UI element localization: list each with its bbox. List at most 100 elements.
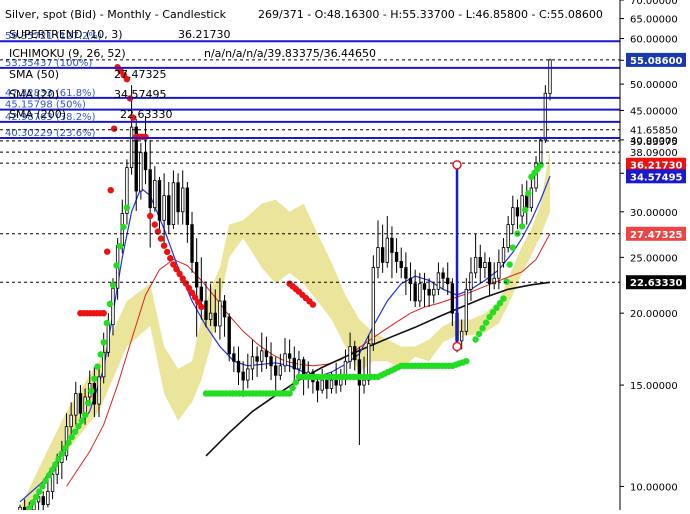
supertrend-up-dot: [509, 244, 516, 251]
supertrend-up-dot: [482, 319, 490, 326]
supertrend-up-dot: [286, 390, 293, 397]
candle-body-bear: [353, 346, 357, 361]
candle-body-bear: [78, 393, 83, 414]
supertrend-up-dot: [78, 417, 86, 424]
price-axis-tick-label: 65.00000: [630, 15, 678, 26]
candle-body-bear: [427, 288, 431, 296]
candle-body-bear: [450, 283, 455, 314]
candle-body-bear: [264, 350, 269, 358]
candle-body-bear: [422, 283, 427, 290]
candle-body-bull: [111, 287, 115, 326]
candle-body-bear: [525, 195, 529, 209]
supertrend-up-dot: [500, 295, 507, 302]
value-tag-sma200-label: 22.63330: [630, 278, 683, 289]
indicator-label-sma20: SMA (20): [9, 88, 59, 101]
candle-body-bull: [501, 247, 506, 263]
supertrend-up-dot: [289, 384, 296, 392]
candle-body-bear: [487, 262, 492, 285]
supertrend-up-dot: [49, 466, 56, 474]
supertrend-up-dot: [52, 461, 59, 468]
candle-body-bull: [153, 180, 157, 209]
candle-body-bear: [194, 262, 199, 288]
price-axis-tick-label: 50.00000: [630, 80, 678, 91]
candle-body-bear: [334, 379, 338, 386]
candle-body-bear: [199, 286, 203, 302]
supertrend-up-dot: [32, 493, 40, 501]
candle-body-bull: [497, 262, 501, 279]
candle-body-bull: [162, 195, 166, 221]
candle-body-bull: [464, 288, 468, 332]
candle-body-bear: [176, 182, 180, 213]
candle-body-bull: [362, 379, 366, 386]
supertrend-up-dot: [123, 204, 131, 211]
supertrend-up-dot: [472, 336, 479, 343]
candle-body-bull: [297, 359, 301, 370]
supertrend-up-dot: [65, 439, 72, 446]
supertrend-up-dot: [39, 483, 46, 490]
supertrend-down-dot: [151, 221, 158, 228]
price-axis-tick-label: 15.00000: [630, 381, 678, 392]
supertrend-down-dot: [110, 125, 118, 132]
candle-body-bear: [441, 272, 445, 279]
indicator-value-ichimoku: n/a/n/a/n/a/39.83375/36.44650: [204, 47, 376, 60]
price-axis-tick-label: 70.00000: [630, 0, 678, 7]
supertrend-down-dot: [107, 187, 114, 194]
candle-body-bull: [69, 414, 73, 428]
supertrend-up-dot: [58, 450, 65, 457]
supertrend-up-dot: [45, 472, 53, 479]
candle-body-bull: [218, 300, 222, 327]
supertrend-down-dot: [309, 301, 317, 308]
indicator-label-ichimoku: ICHIMOKU (9, 26, 52): [9, 47, 126, 60]
supertrend-down-dot: [157, 235, 165, 242]
signal-marker-end: [452, 160, 462, 170]
supertrend-up-dot: [537, 161, 544, 168]
indicator-value-sma50: 27.47325: [114, 68, 167, 81]
supertrend-down-dot: [142, 133, 149, 140]
supertrend-up-dot: [61, 445, 69, 452]
candle-body-bull: [459, 330, 464, 342]
indicator-label-sma200: SMA (200): [9, 108, 66, 121]
candle-body-bear: [213, 312, 217, 327]
candle-body-bull: [139, 152, 143, 192]
candle-body-bear: [446, 277, 450, 285]
candle-body-bear: [515, 207, 520, 217]
price-chart[interactable]: 59.35721 (127.2%)53.35437 (100%)47.32833…: [0, 0, 690, 514]
candle-body-bull: [473, 256, 478, 274]
price-level-label: 38.09000: [630, 148, 678, 159]
candle-body-bull: [278, 365, 283, 376]
supertrend-up-dot: [475, 330, 483, 338]
candle-body-bull: [520, 195, 524, 217]
price-axis-tick-label: 60.00000: [630, 35, 678, 46]
candle-body-bear: [325, 379, 329, 389]
candle-body-bear: [255, 356, 259, 362]
signal-marker-start: [452, 341, 462, 352]
value-tag-sma50-label: 27.47325: [630, 230, 683, 241]
candle-body-bear: [315, 381, 320, 391]
supertrend-up-dot: [91, 375, 98, 382]
supertrend-up-dot: [94, 363, 101, 370]
supertrend-up-dot: [97, 351, 104, 358]
supertrend-up-dot: [55, 455, 62, 463]
candle-body-bear: [292, 357, 296, 370]
supertrend-up-dot: [525, 190, 532, 197]
candle-body-bear: [394, 252, 399, 262]
price-axis-tick-label: 40.00000: [630, 136, 678, 147]
candle-body-bear: [274, 365, 278, 376]
supertrend-up-dot: [503, 278, 510, 285]
supertrend-up-dot: [522, 206, 529, 214]
candle-body-bear: [404, 267, 408, 279]
candle-body-bear: [357, 359, 362, 386]
candle-body-bull: [376, 247, 380, 268]
candle-body-bull: [539, 139, 543, 164]
candle-body-bull: [543, 92, 548, 141]
candle-body-bull: [320, 379, 324, 391]
candle-body-bear: [92, 383, 97, 405]
price-axis-tick-label: 10.00000: [630, 482, 678, 493]
supertrend-down-dot: [167, 255, 174, 262]
supertrend-up-dot: [85, 399, 92, 407]
supertrend-down-dot: [100, 310, 107, 317]
candle-body-bull: [250, 356, 255, 370]
supertrend-down-dot: [198, 303, 205, 311]
candle-body-bull: [329, 379, 334, 389]
candle-body-bear: [204, 300, 208, 320]
